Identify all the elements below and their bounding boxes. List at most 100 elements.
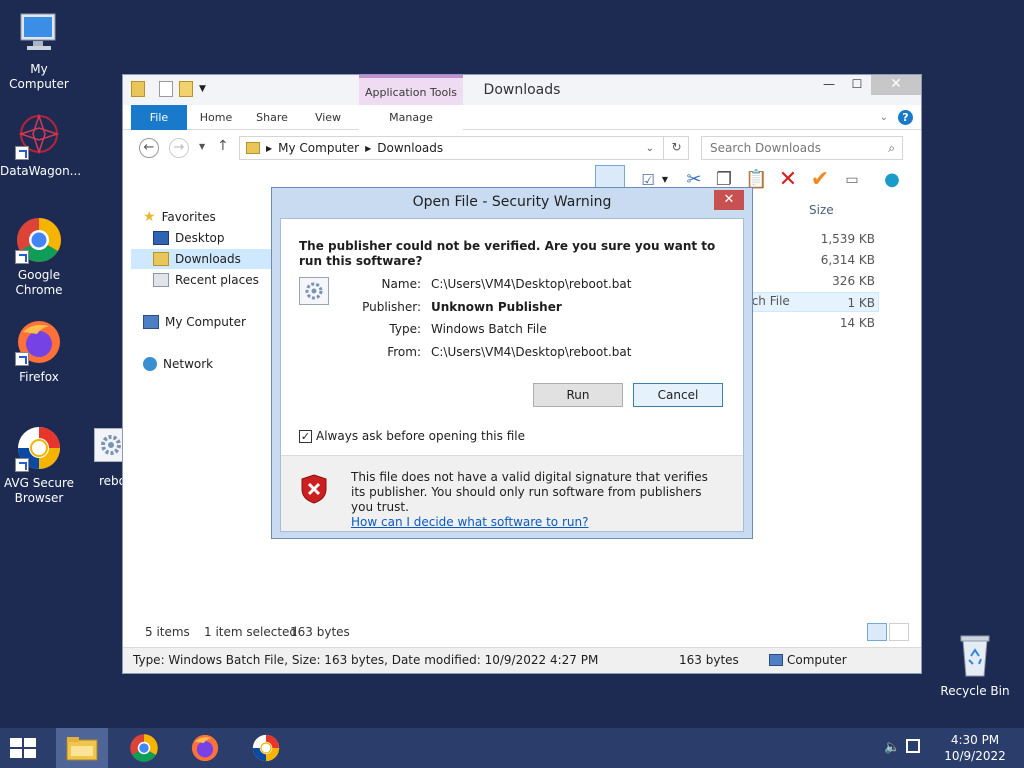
large-icons-view-button[interactable] (889, 623, 909, 641)
breadcrumb-separator-icon: ▶ (266, 143, 273, 153)
tab-view[interactable]: View (307, 105, 349, 130)
run-button[interactable]: Run (533, 383, 623, 407)
nav-label: Desktop (175, 231, 225, 245)
datawagon-icon (15, 112, 63, 160)
desktop-icon-datawagon[interactable]: DataWagon... (0, 112, 81, 179)
desktop-icon-reboot-file[interactable]: rebo (86, 428, 128, 489)
maximize-button[interactable]: ☐ (843, 75, 871, 95)
taskbar-avg-browser[interactable] (242, 728, 290, 768)
item-count: 5 items (145, 625, 190, 639)
minimize-button[interactable]: — (815, 75, 843, 95)
breadcrumb-my-computer[interactable]: My Computer (278, 141, 359, 155)
selection-size: 163 bytes (290, 625, 350, 639)
window-controls: — ☐ ✕ (815, 75, 921, 95)
checkbox-label: Always ask before opening this file (316, 429, 525, 443)
shortcut-arrow-icon (15, 458, 29, 472)
search-input[interactable]: Search Downloads ⌕ (701, 136, 903, 160)
rename-icon[interactable]: ▭ (841, 169, 863, 191)
details-view-button[interactable] (867, 623, 887, 641)
desktop-icon-firefox[interactable]: Firefox (0, 318, 78, 385)
nav-desktop[interactable]: Desktop (153, 228, 271, 248)
clock-time: 4:30 PM (950, 733, 1000, 747)
taskbar-file-explorer[interactable] (56, 728, 108, 768)
file-details: Type: Windows Batch File, Size: 163 byte… (133, 653, 599, 667)
name-label: Name: (381, 277, 421, 291)
ribbon-tabs: File Home Share View Manage ⌄ ? (123, 105, 921, 130)
navigation-pane: ★ Favorites Desktop Downloads Recent pla… (131, 203, 271, 623)
from-value: C:\Users\VM4\Desktop\reboot.bat (431, 345, 632, 359)
desktop-icon-label: My Computer (9, 62, 69, 91)
up-button[interactable]: ↑ (217, 138, 229, 154)
explorer-titlebar[interactable]: ▼ Application Tools Downloads — ☐ ✕ (123, 75, 921, 105)
back-button[interactable]: ← (139, 138, 159, 158)
nav-favorites[interactable]: ★ Favorites (143, 207, 283, 227)
help-icon[interactable]: ? (898, 110, 913, 125)
recent-locations-icon[interactable]: ▼ (199, 142, 205, 151)
column-header-size[interactable]: Size (809, 203, 834, 217)
breadcrumb-downloads[interactable]: Downloads (377, 141, 443, 155)
cancel-button[interactable]: Cancel (633, 383, 723, 407)
file-size: 14 KB (839, 316, 875, 330)
tab-manage[interactable]: Manage (359, 105, 463, 130)
desktop-icon-label: Recycle Bin (940, 684, 1010, 698)
taskbar-firefox[interactable] (181, 728, 229, 768)
recent-places-icon (153, 273, 169, 287)
nav-recent-places[interactable]: Recent places (153, 270, 271, 290)
clock[interactable]: 4:30 PM 10/9/2022 (940, 732, 1010, 764)
nav-downloads[interactable]: Downloads (131, 249, 271, 269)
help-link[interactable]: How can I decide what software to run? (351, 515, 721, 530)
recycle-bin-icon (951, 632, 999, 680)
from-label: From: (387, 345, 421, 359)
address-row: ← → ▼ ↑ ▶ My Computer ▶ Downloads ⌄ ↻ Se… (123, 133, 921, 163)
delete-icon[interactable]: ✕ (777, 169, 799, 191)
tab-share[interactable]: Share (251, 105, 293, 130)
star-icon: ★ (143, 209, 156, 225)
footer-text-block: This file does not have a valid digital … (351, 470, 721, 530)
check-icon[interactable]: ✔ (809, 169, 831, 191)
nav-my-computer[interactable]: My Computer (143, 312, 283, 332)
desktop-icon-label: AVG Secure Browser (3, 476, 75, 505)
firefox-icon (191, 734, 219, 762)
computer-icon (15, 10, 63, 58)
type-label: Type: (389, 322, 421, 336)
file-type: tch File (747, 294, 790, 308)
nav-network[interactable]: Network (143, 354, 283, 374)
computer-icon (769, 654, 783, 666)
breadcrumb-separator-icon: ▶ (365, 143, 372, 153)
desktop-icon-label: Firefox (19, 370, 59, 384)
forward-button[interactable]: → (169, 138, 189, 158)
desktop-icon-avg-browser[interactable]: AVG Secure Browser (0, 424, 78, 506)
taskbar-chrome[interactable] (120, 728, 168, 768)
volume-muted-icon[interactable]: 🔈 (884, 740, 900, 755)
close-button[interactable]: ✕ (871, 75, 921, 95)
windows-logo-icon (10, 738, 36, 758)
desktop-icon-my-computer[interactable]: My Computer (0, 10, 78, 92)
chevron-down-icon[interactable]: ⌄ (646, 143, 654, 154)
globe-icon[interactable]: ● (881, 169, 903, 191)
shortcut-arrow-icon (15, 352, 29, 366)
desktop-icon-chrome[interactable]: Google Chrome (0, 216, 78, 298)
system-tray: 🔈 4:30 PM 10/9/2022 (884, 728, 1024, 768)
type-value: Windows Batch File (431, 322, 547, 336)
network-icon (143, 357, 157, 371)
desktop-icon-label: Google Chrome (15, 268, 63, 297)
firefox-icon (15, 318, 63, 366)
network-icon[interactable] (906, 739, 920, 753)
start-button[interactable] (8, 736, 38, 760)
file-size: 1 KB (847, 296, 875, 310)
address-bar[interactable]: ▶ My Computer ▶ Downloads ⌄ (239, 136, 689, 160)
desktop-icon-recycle-bin[interactable]: Recycle Bin (936, 632, 1014, 699)
warning-heading: The publisher could not be verified. Are… (299, 239, 716, 268)
nav-label: Network (163, 357, 214, 371)
always-ask-checkbox[interactable]: ✓ (299, 429, 312, 443)
tab-home[interactable]: Home (195, 105, 237, 130)
security-warning-dialog: Open File - Security Warning ✕ The publi… (271, 187, 753, 539)
expand-ribbon-icon[interactable]: ⌄ (880, 112, 888, 123)
details-bar: Type: Windows Batch File, Size: 163 byte… (123, 647, 921, 673)
dialog-close-button[interactable]: ✕ (714, 190, 744, 210)
tab-file[interactable]: File (131, 105, 187, 130)
refresh-button[interactable]: ↻ (663, 136, 689, 160)
name-value: C:\Users\VM4\Desktop\reboot.bat (431, 277, 632, 291)
always-ask-checkbox-row[interactable]: ✓ Always ask before opening this file (299, 429, 525, 443)
location-label: Computer (787, 653, 847, 667)
